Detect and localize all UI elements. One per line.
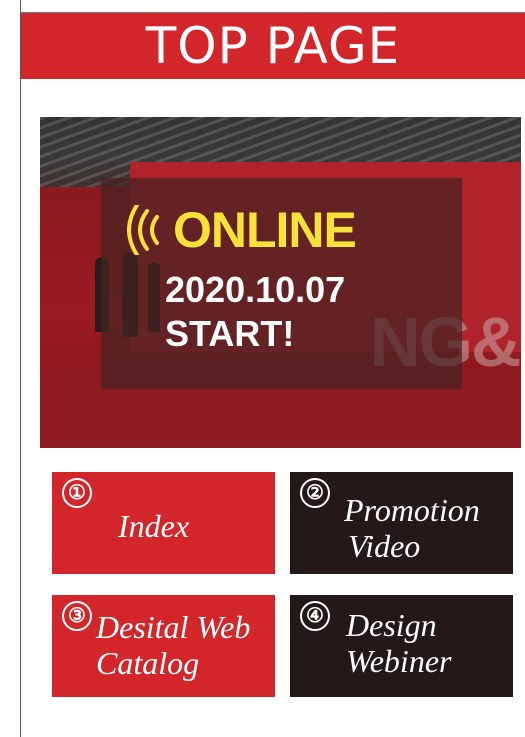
catalog-label-line2: Catalog xyxy=(96,645,200,681)
index-button-label: Index xyxy=(118,508,190,544)
number-2-badge: ② xyxy=(300,478,330,508)
promotion-video-label-line2: Video xyxy=(348,528,421,564)
webinar-label-line1: Design xyxy=(346,607,437,643)
launch-date: 2020.10.07 xyxy=(165,269,346,310)
promotion-video-label-line1: Promotion xyxy=(344,492,480,528)
online-headline-row: ONLINE xyxy=(127,202,357,258)
index-button[interactable]: ① Index xyxy=(52,472,275,574)
webinar-label-line2: Webiner xyxy=(346,643,452,679)
page-title: TOP PAGE xyxy=(145,17,401,75)
catalog-label-line1: Desital Web xyxy=(96,609,251,645)
page-header: TOP PAGE xyxy=(21,13,525,79)
number-1-badge: ① xyxy=(62,478,92,508)
broadcast-icon xyxy=(127,205,159,255)
number-3-badge: ③ xyxy=(62,601,92,631)
number-4-badge: ④ xyxy=(300,601,330,631)
design-webinar-button[interactable]: ④ Design Webiner xyxy=(290,595,513,697)
digital-web-catalog-button[interactable]: ③ Desital Web Catalog xyxy=(52,595,275,697)
frame-left-border xyxy=(20,0,21,737)
start-label: START! xyxy=(165,313,295,354)
promotion-video-button[interactable]: ② Promotion Video xyxy=(290,472,513,574)
online-headline: ONLINE xyxy=(173,202,357,258)
